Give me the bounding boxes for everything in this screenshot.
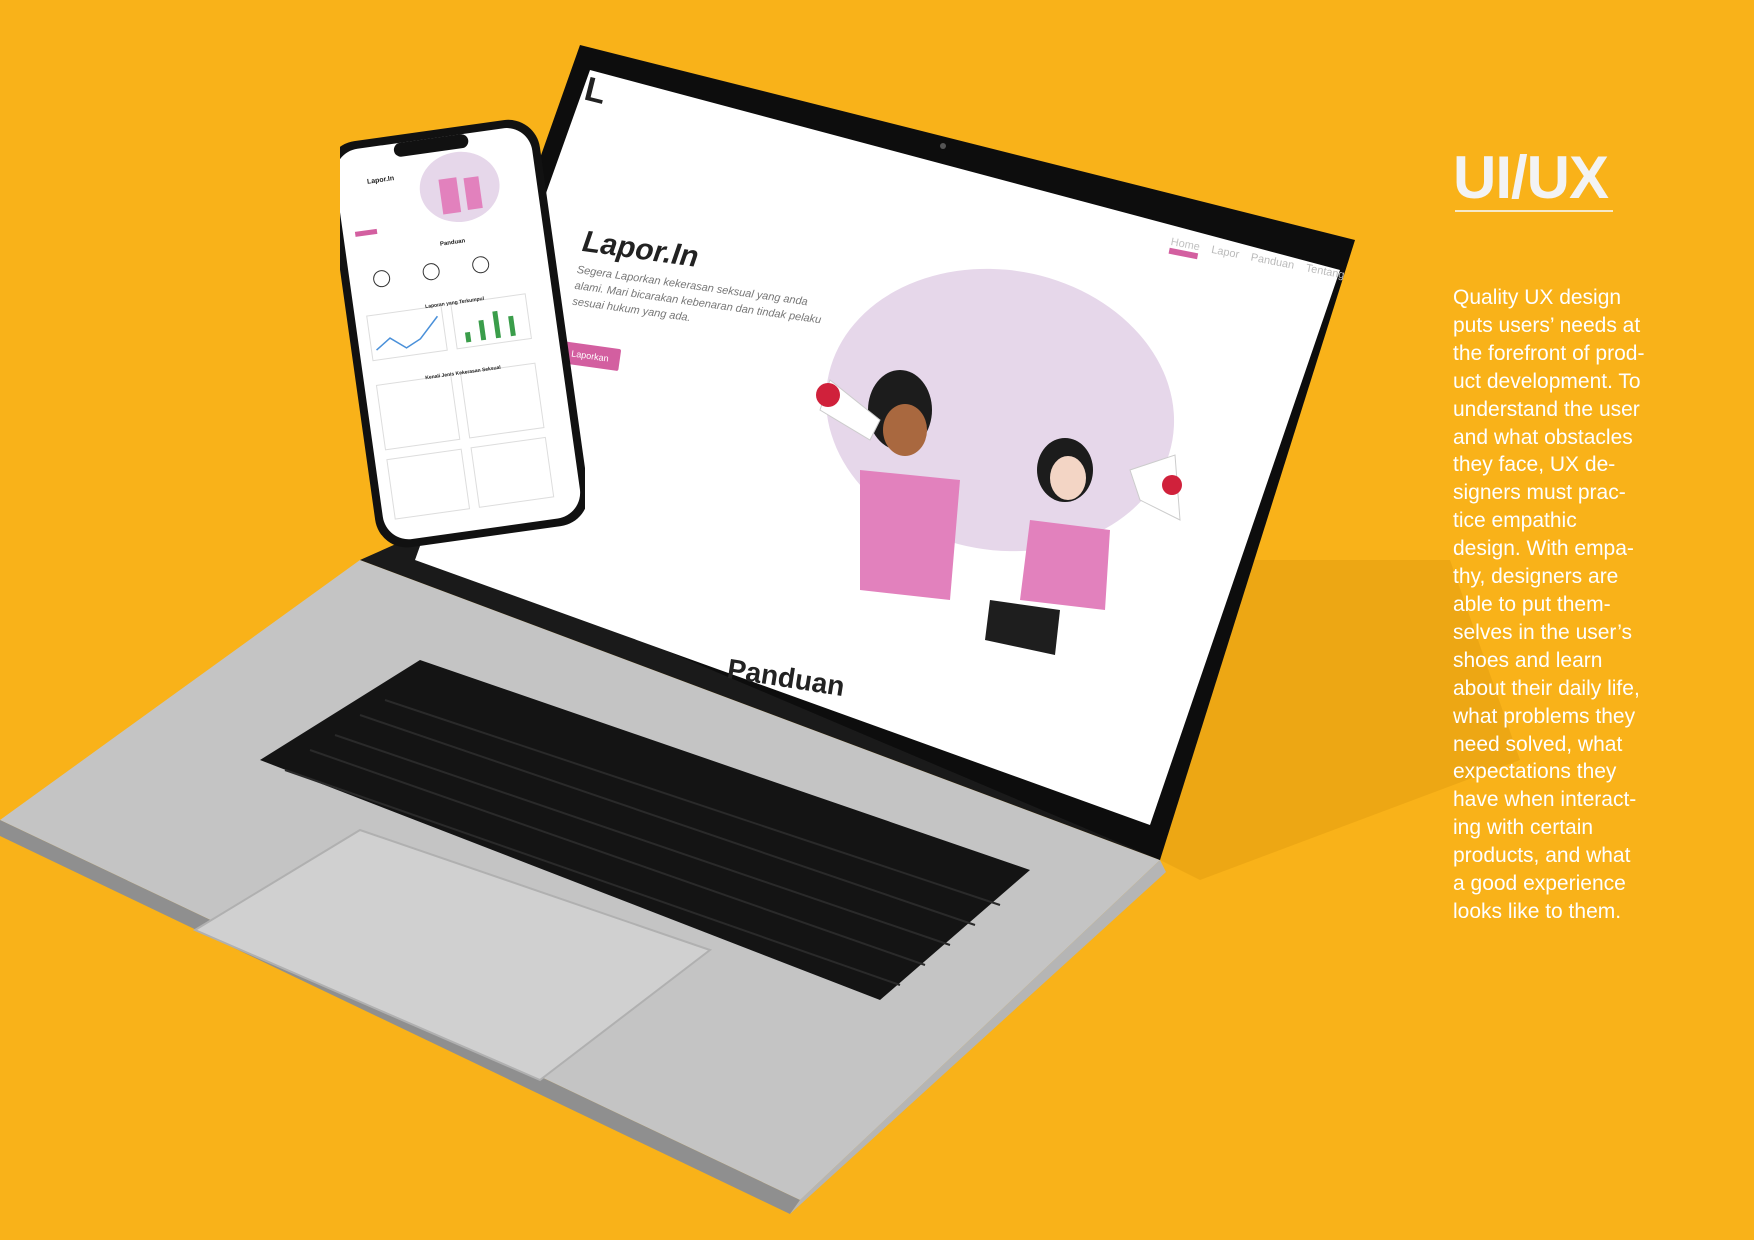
panel-line: ing with certain	[1453, 816, 1594, 840]
panel-line: about their daily life,	[1453, 676, 1640, 700]
panel-line: thy, designers are	[1453, 565, 1619, 589]
panel-line: have when interact-	[1453, 788, 1637, 812]
panel-line: signers must prac-	[1453, 481, 1626, 505]
panel-line: what problems they	[1453, 704, 1636, 728]
panel-line: they face, UX de-	[1453, 453, 1616, 477]
panel-line: looks like to them.	[1453, 899, 1622, 923]
panel-line: products, and what	[1453, 844, 1631, 868]
panel-line: design. With empa-	[1453, 537, 1634, 561]
panel-line: the forefront of prod-	[1453, 341, 1645, 365]
panel-line: expectations they	[1453, 760, 1617, 784]
panel-line: a good experience	[1453, 872, 1626, 896]
panel-line: puts users’ needs at	[1453, 313, 1641, 337]
panel-title: UI/UX	[1453, 144, 1609, 211]
panel-line: understand the user	[1453, 397, 1640, 421]
panel-line: Quality UX design	[1453, 286, 1622, 309]
panel-line: shoes and learn	[1453, 648, 1603, 672]
panel-body: Quality UX design puts users’ needs at t…	[1453, 284, 1663, 926]
panel-divider	[1455, 210, 1613, 212]
panel-line: and what obstacles	[1453, 425, 1633, 449]
panel-line: tice empathic	[1453, 509, 1577, 533]
panel-line: need solved, what	[1453, 732, 1623, 756]
panel-line: able to put them-	[1453, 592, 1611, 616]
panel-line: selves in the user’s	[1453, 620, 1632, 644]
panel-line: uct development. To	[1453, 369, 1641, 393]
